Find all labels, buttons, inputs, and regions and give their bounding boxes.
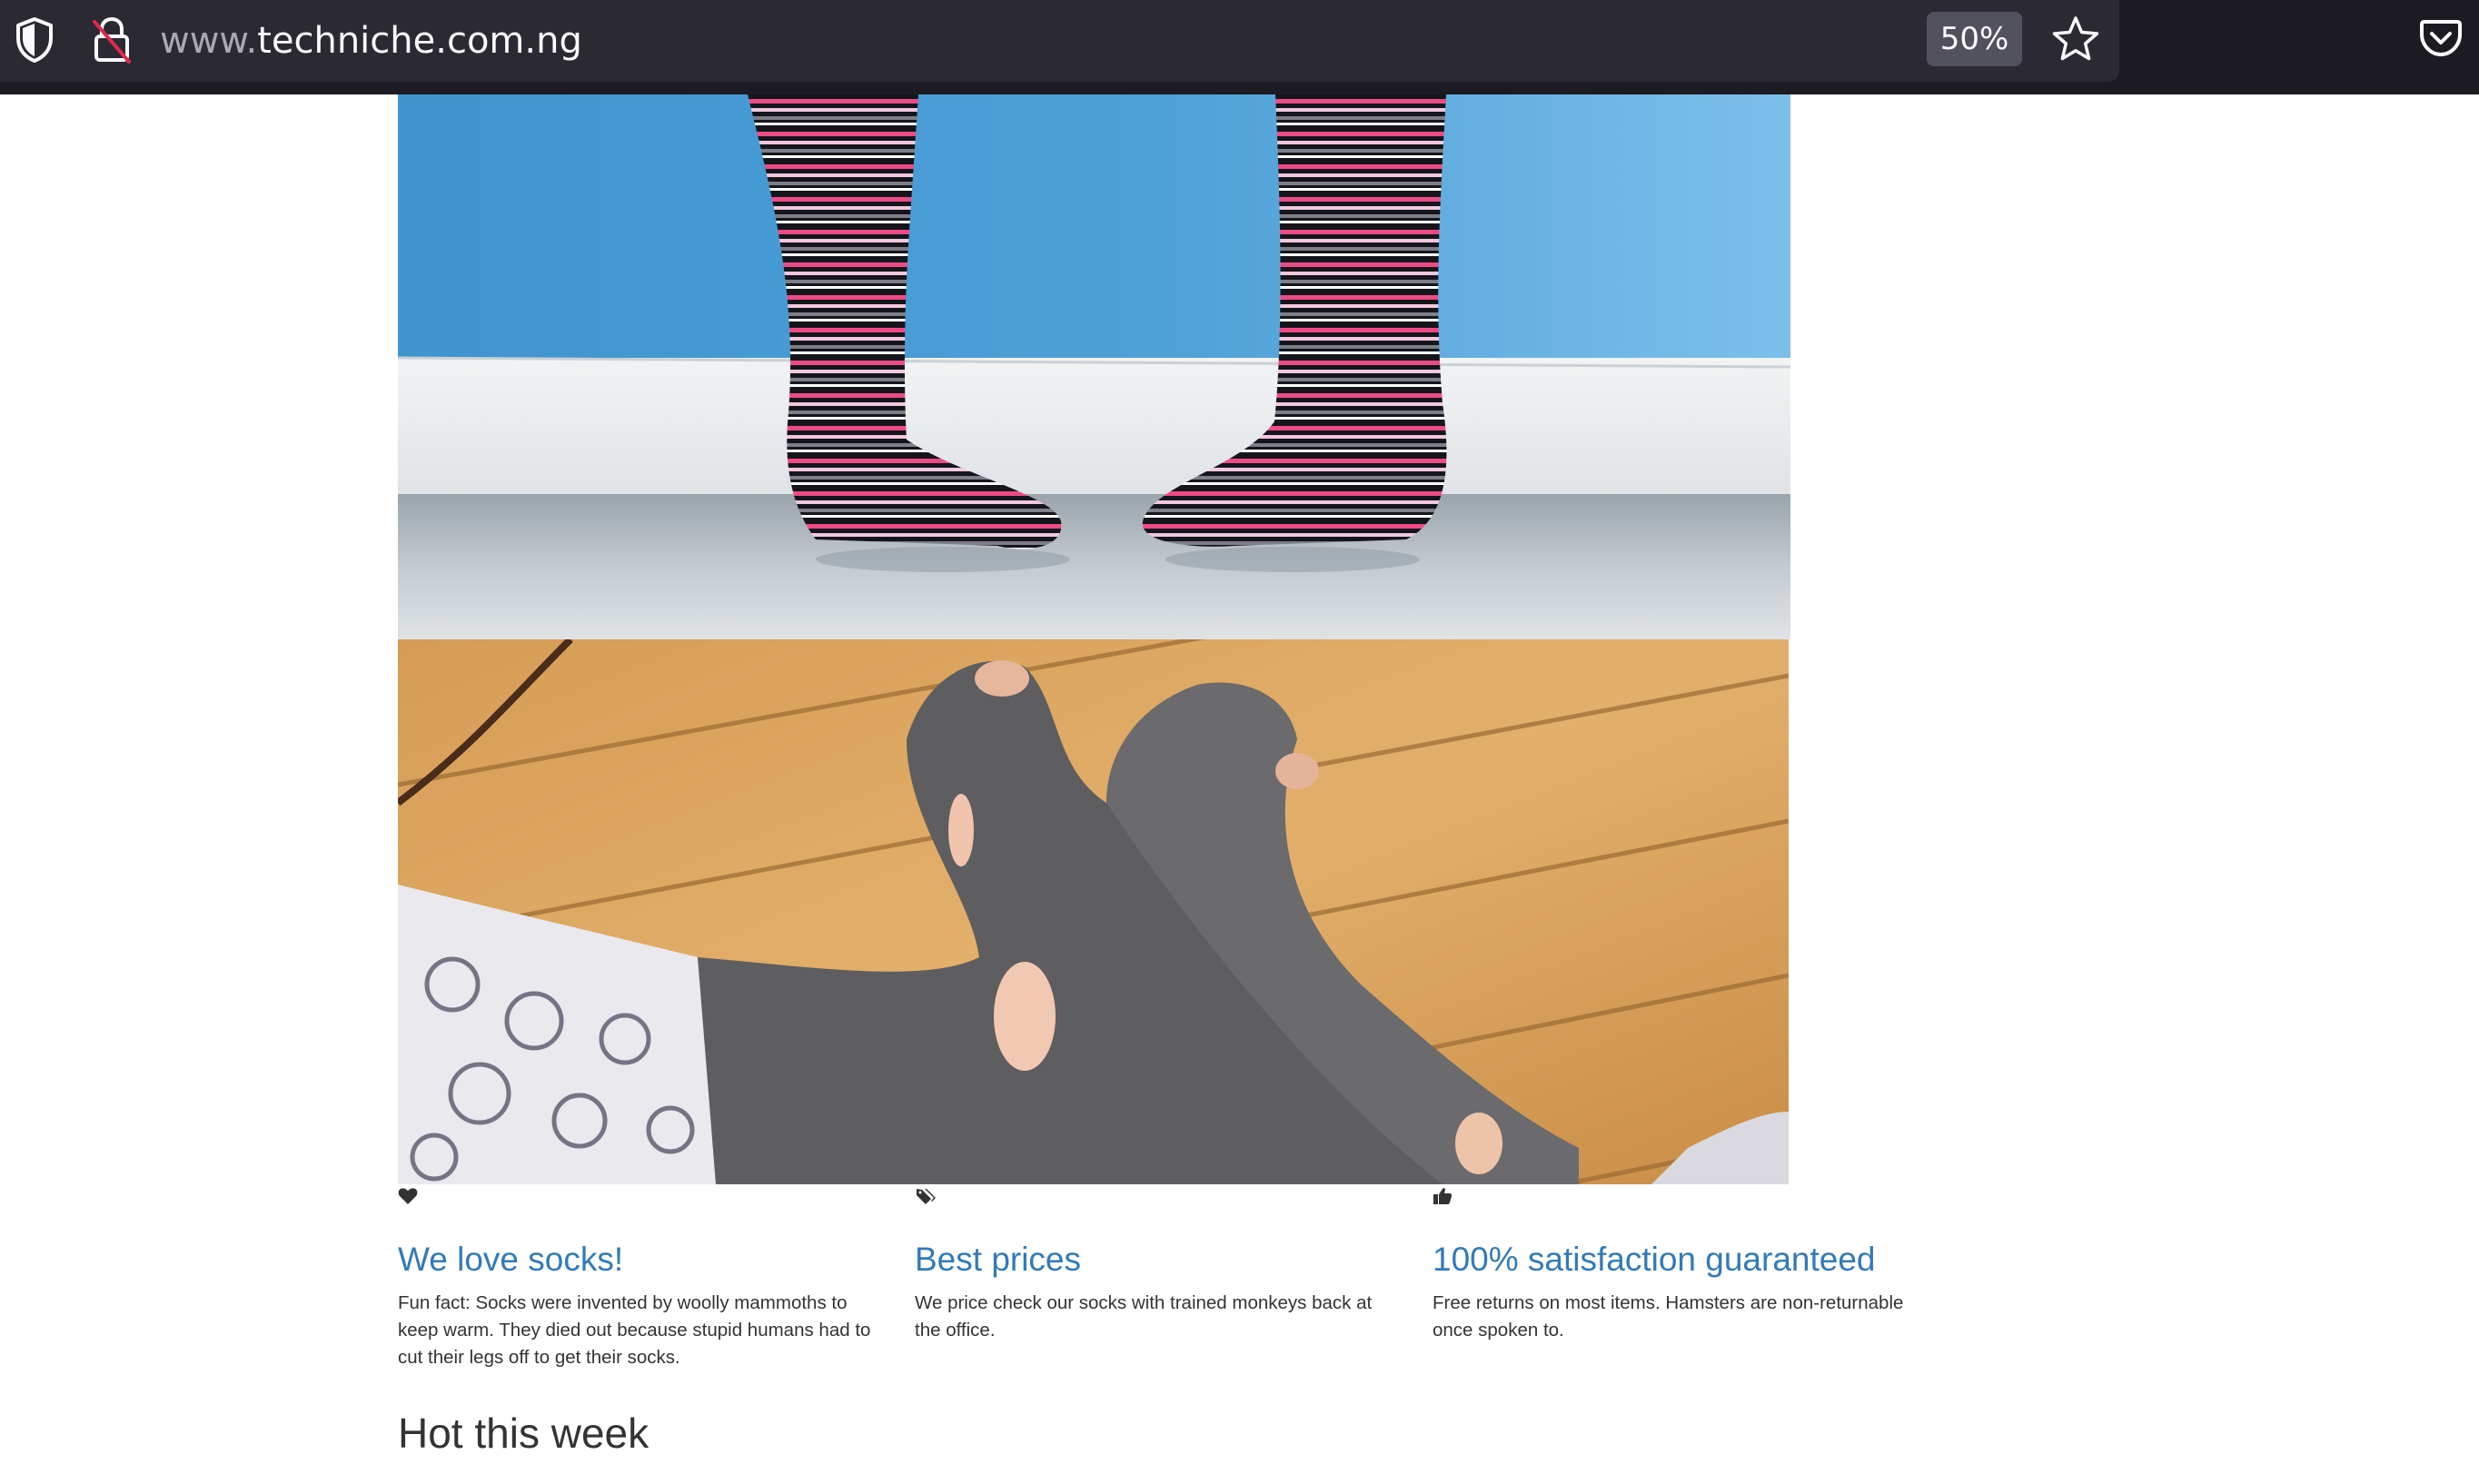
pocket-icon[interactable] — [2420, 18, 2462, 58]
thumbs-up-icon — [1433, 1188, 1453, 1204]
holey-grey-socks-photo — [398, 639, 1789, 1184]
feature-best-prices: Best prices We price check our socks wit… — [915, 1186, 1405, 1341]
url-prefix: www. — [160, 20, 258, 62]
url-domain: techniche.com.ng — [257, 20, 582, 62]
hot-this-week-heading: Hot this week — [398, 1410, 649, 1457]
zoom-level-button[interactable]: 50% — [1927, 12, 2022, 66]
feature-text: Fun fact: Socks were invented by woolly … — [398, 1292, 871, 1368]
carousel[interactable] — [398, 94, 1790, 1184]
insecure-lock-icon[interactable] — [91, 15, 133, 65]
feature-satisfaction: 100% satisfaction guaranteed Free return… — [1433, 1186, 1923, 1341]
star-icon[interactable] — [2051, 15, 2100, 64]
heart-icon — [398, 1188, 418, 1204]
feature-love-socks: We love socks! Fun fact: Socks were inve… — [398, 1186, 888, 1368]
feature-text: We price check our socks with trained mo… — [915, 1292, 1373, 1341]
feature-title[interactable]: We love socks! — [398, 1239, 623, 1281]
striped-socks-photo — [398, 94, 1790, 639]
tags-icon — [917, 1189, 936, 1204]
address-bar[interactable]: www.techniche.com.ng 50% — [0, 0, 2119, 82]
feature-title[interactable]: Best prices — [915, 1239, 1081, 1281]
feature-text: Free returns on most items. Hamsters are… — [1433, 1292, 1904, 1341]
browser-toolbar: www.techniche.com.ng 50% — [0, 0, 2479, 94]
feature-title[interactable]: 100% satisfaction guaranteed — [1433, 1239, 1876, 1281]
url-text[interactable]: www.techniche.com.ng — [160, 16, 582, 65]
shield-icon[interactable] — [15, 16, 55, 64]
